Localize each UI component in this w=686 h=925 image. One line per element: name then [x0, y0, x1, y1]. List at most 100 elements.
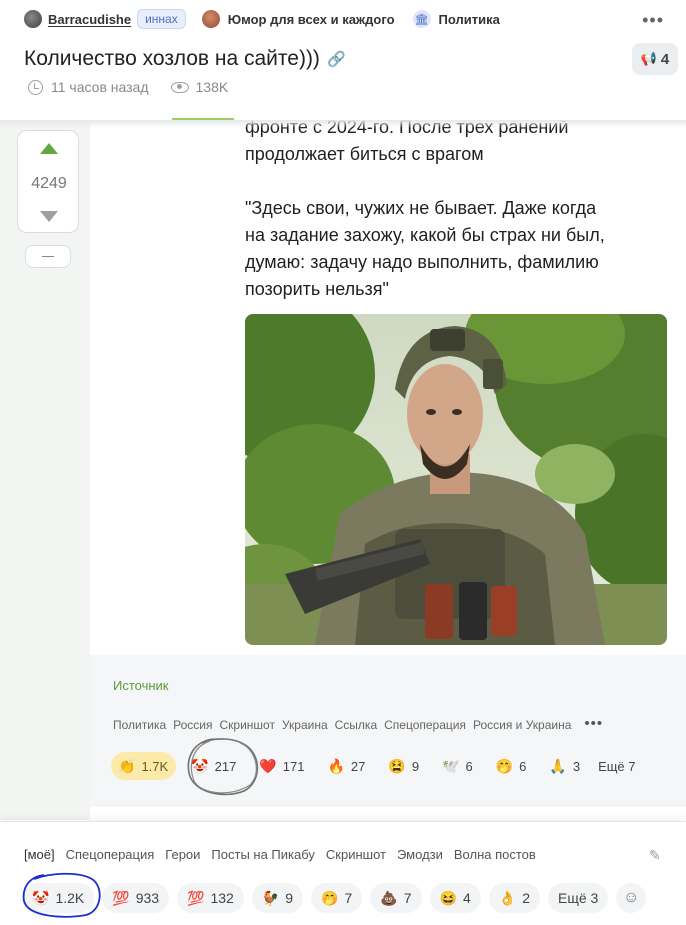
- post-meta-row: Barracudishe иннах Юмор для всех и каждо…: [24, 8, 500, 30]
- post-content: фронте с 2024-го. После трех ранений про…: [90, 117, 686, 655]
- category-tab[interactable]: Спецоперация: [66, 847, 155, 862]
- emoji-glyph: 😆: [439, 889, 457, 906]
- community-link[interactable]: Юмор для всех и каждого: [228, 12, 395, 27]
- reaction-count: 3: [572, 758, 581, 774]
- tag-item[interactable]: Россия и Украина: [473, 718, 571, 732]
- soldier-photo-image: [245, 314, 667, 645]
- tag-link-politics[interactable]: Политика: [439, 12, 500, 27]
- emoji-chip[interactable]: 💩 7: [370, 883, 422, 913]
- emoji-chip[interactable]: 💯 933: [102, 883, 170, 913]
- category-tab[interactable]: Герои: [165, 847, 200, 862]
- emoji-glyph: 👌: [498, 889, 517, 906]
- more-dots-icon[interactable]: •••: [642, 10, 664, 31]
- post-photo[interactable]: [245, 314, 667, 645]
- author-badge: иннах: [137, 9, 186, 29]
- emoji-chip-row: 🤡 1.2K 💯 933 💯 132 🐓 9 🤭 7 💩 7 😆 4 👌 2 Ещё 3 ☺: [22, 883, 647, 913]
- emoji-panel: [моё] Спецоперация Герои Посты на Пикабу…: [0, 821, 686, 925]
- comments-count: 4: [660, 50, 670, 68]
- emoji-chip[interactable]: 🤭 7: [311, 883, 363, 913]
- more-emoji-button[interactable]: Ещё 3: [548, 883, 609, 913]
- tag-item[interactable]: Спецоперация: [384, 718, 466, 732]
- reaction-chip[interactable]: 🤡 217: [184, 752, 245, 780]
- vote-box: 4249: [17, 130, 79, 233]
- reaction-count: 171: [282, 758, 305, 774]
- reaction-emoji: 🕊️: [442, 757, 460, 774]
- user-avatar[interactable]: [24, 10, 42, 28]
- reaction-count: 9: [411, 758, 420, 774]
- downvote-arrow-icon[interactable]: [40, 211, 58, 222]
- post-footer: Источник Политика Россия Скриншот Украин…: [90, 655, 686, 805]
- header-accent-line: [172, 118, 234, 120]
- time-ago: 11 часов назад: [51, 79, 149, 95]
- emoji-chip[interactable]: 🐓 9: [251, 883, 304, 913]
- category-tab[interactable]: Скриншот: [326, 847, 386, 862]
- reaction-emoji: 🤡: [191, 757, 209, 774]
- reaction-chip[interactable]: 🙏 3: [542, 752, 589, 780]
- reaction-chip[interactable]: ❤️ 171: [252, 752, 313, 780]
- reaction-count: 217: [214, 758, 237, 774]
- emoji-glyph: 💩: [380, 889, 398, 906]
- post-title[interactable]: Количество хозлов на сайте))): [24, 47, 320, 71]
- reaction-chip[interactable]: 🕊️ 6: [435, 752, 481, 780]
- eye-icon: [170, 81, 189, 93]
- emoji-chip[interactable]: 😆 4: [429, 883, 481, 913]
- more-reactions-button[interactable]: Ещё 7: [596, 752, 644, 780]
- tag-item[interactable]: Скриншот: [220, 718, 275, 732]
- emoji-glyph: 💯: [187, 889, 205, 906]
- clock-icon: [28, 79, 43, 95]
- minus-icon: [42, 255, 54, 258]
- content-line: на задание захожу, какой бы страх ни был…: [245, 225, 605, 245]
- category-tab[interactable]: Эмодзи: [397, 847, 443, 862]
- add-emoji-icon[interactable]: ☺: [616, 883, 647, 913]
- reaction-emoji: 👏: [118, 757, 136, 774]
- tag-item[interactable]: Украина: [282, 718, 328, 732]
- emoji-categories: [моё] Спецоперация Герои Посты на Пикабу…: [24, 847, 547, 862]
- category-tab[interactable]: Волна постов: [454, 847, 536, 862]
- reaction-chip[interactable]: 👏 1.7K: [111, 752, 177, 780]
- reaction-emoji: 🙏: [549, 757, 567, 774]
- reaction-emoji: 🔥: [327, 757, 345, 774]
- reaction-count: 6: [465, 758, 473, 774]
- reaction-bar: 👏 1.7K 🤡 217 ❤️ 171 🔥 27 😫 9 🕊️ 6 🤭 6 🙏 3 Ещё 7: [111, 752, 652, 780]
- category-tab[interactable]: [моё]: [24, 847, 55, 862]
- emoji-count: 1.2K: [55, 890, 85, 906]
- tag-item[interactable]: Политика: [113, 718, 166, 732]
- author-link[interactable]: Barracudishe: [48, 12, 131, 27]
- emoji-count: 9: [285, 890, 294, 906]
- footer-separator: [90, 805, 686, 821]
- emoji-chip[interactable]: 🤡 1.2K: [22, 883, 95, 913]
- tag-item[interactable]: Ссылка: [335, 718, 377, 732]
- more-tags-icon[interactable]: •••: [584, 716, 603, 732]
- comments-button[interactable]: 📢 4: [632, 43, 678, 75]
- link-icon[interactable]: 🔗: [327, 50, 346, 68]
- upvote-arrow-icon[interactable]: [40, 143, 58, 154]
- post-page: Barracudishe иннах Юмор для всех и каждо…: [0, 0, 686, 925]
- edit-pencil-icon[interactable]: ✎: [649, 847, 661, 864]
- community-avatar[interactable]: [201, 10, 220, 28]
- emoji-count: 7: [403, 890, 412, 906]
- post-header: Barracudishe иннах Юмор для всех и каждо…: [0, 0, 686, 120]
- reaction-chip[interactable]: 🔥 27: [320, 752, 374, 780]
- content-line: позорить нельзя": [245, 279, 389, 299]
- reaction-chip[interactable]: 😫 9: [381, 752, 428, 780]
- reaction-emoji: 😫: [388, 757, 406, 774]
- source-link[interactable]: Источник: [113, 678, 169, 693]
- collapse-button[interactable]: [25, 245, 71, 268]
- reaction-chip[interactable]: 🤭 6: [488, 752, 535, 780]
- tag-item[interactable]: Россия: [173, 718, 212, 732]
- category-tab[interactable]: Посты на Пикабу: [211, 847, 314, 862]
- emoji-count: 4: [462, 890, 471, 906]
- emoji-count: 2: [522, 890, 531, 906]
- emoji-glyph: 💯: [112, 889, 130, 906]
- reaction-count: 27: [350, 758, 366, 774]
- emoji-chip[interactable]: 👌 2: [488, 883, 541, 913]
- content-line: "Здесь свои, чужих не бывает. Даже когда: [245, 198, 597, 218]
- rating-count: 4249: [31, 175, 67, 192]
- header-shadow: [0, 120, 686, 128]
- reaction-emoji: ❤️: [259, 757, 277, 774]
- emoji-chip[interactable]: 💯 132: [177, 883, 244, 913]
- emoji-count: 933: [135, 890, 160, 906]
- reaction-emoji: 🤭: [495, 757, 514, 774]
- reaction-count: 1.7K: [141, 758, 169, 774]
- emoji-glyph: 🤡: [32, 889, 50, 906]
